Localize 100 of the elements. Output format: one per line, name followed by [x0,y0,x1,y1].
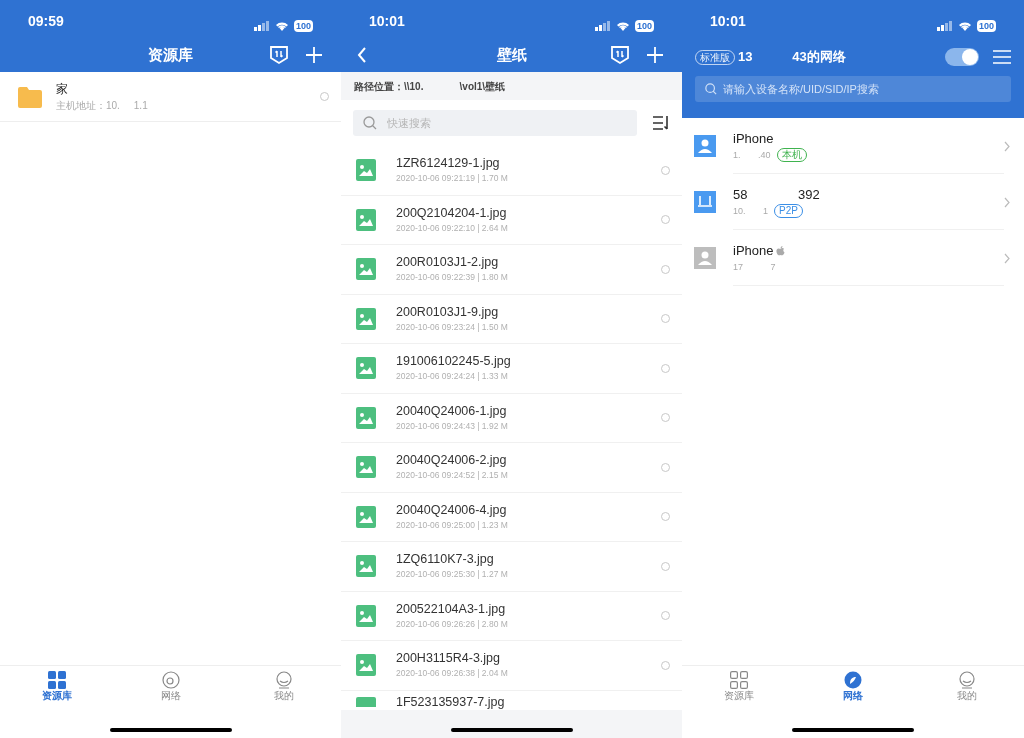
file-name: 200522104A3-1.jpg [396,600,507,617]
file-meta: 2020-10-06 09:26:38 | 2.04 M [396,667,509,681]
tab-bar-item[interactable]: 资源库 [0,666,114,705]
device-name: 58 392 [733,185,820,204]
folder-icon [18,85,42,108]
file-name: 20040Q24006-1.jpg [396,402,508,419]
file-meta: 2020-10-06 09:23:24 | 1.50 M [396,320,509,334]
file-row[interactable]: 191006102245-5.jpg 2020-10-06 09:24:24 | 1.33 M [341,344,682,394]
wifi-icon [615,21,630,31]
chevron-icon[interactable] [1004,140,1010,152]
network-icon [161,670,180,689]
device-address: 17 7 [733,260,776,274]
screen-title: 壁纸 [496,44,527,65]
profile-icon [958,670,976,689]
image-file-icon [356,357,376,380]
battery-level: 100 [976,20,996,32]
device-name: iPhone [733,129,774,148]
tab-bar-item[interactable]: 资源库 [682,666,796,705]
battery-level: 100 [634,20,654,32]
file-name: 1ZR6124129-1.jpg [396,155,501,172]
profile-icon [275,670,294,689]
file-row[interactable]: 1ZR6124129-1.jpg 2020-10-06 09:21:19 | 1.70 M [341,146,682,196]
signal-icon [253,21,270,31]
file-meta: 2020-10-06 09:22:39 | 1.80 M [396,271,509,285]
screen-title: 资源库 [148,44,193,65]
file-name: 200Q2104204-1.jpg [396,204,508,221]
image-file-icon [356,258,376,281]
image-file-icon [356,456,376,479]
file-name: 1F523135937-7.jpg [396,693,506,710]
file-name: 20040Q24006-4.jpg [396,501,508,518]
file-row[interactable]: 200H3115R4-3.jpg 2020-10-06 09:26:38 | 2.04 M [341,641,682,691]
tab-bar-item[interactable]: 我的 [227,666,341,705]
file-meta: 2020-10-06 09:22:10 | 2.64 M [396,221,509,235]
chevron-icon[interactable] [1004,252,1010,264]
search-field[interactable]: 快速搜索 [353,110,637,136]
network-toggle[interactable] [945,48,979,66]
grid-icon [730,670,748,689]
device-row[interactable]: iPhone 1. .40 本机 [682,118,1024,174]
search-icon [705,83,717,95]
file-row[interactable]: 200522104A3-1.jpg 2020-10-06 09:26:26 | 2.80 M [341,591,682,641]
file-name: 1ZQ6110K7-3.jpg [396,551,495,568]
library-item[interactable]: 家 主机地址：10. 1.1 [0,72,341,122]
file-row[interactable]: 20040Q24006-2.jpg 2020-10-06 09:24:52 | 2.15 M [341,443,682,493]
device-address: 10. 1 [733,204,769,218]
file-row[interactable]: 1ZQ6110K7-3.jpg 2020-10-06 09:25:30 | 1.27 M [341,542,682,592]
device-address: 1. .40 [733,148,771,162]
device-row[interactable]: iPhone 17 7 [682,230,1024,286]
file-name: 191006102245-5.jpg [396,353,512,370]
file-meta: 2020-10-06 09:25:00 | 1.23 M [396,518,509,532]
wifi-icon [957,21,972,31]
grid-icon [47,670,66,689]
file-row[interactable]: 200R0103J1-2.jpg 2020-10-06 09:22:39 | 1.80 M [341,245,682,295]
path-bar: 路径位置：\\10. \vol1\壁纸 [341,72,682,100]
file-meta: 2020-10-06 09:24:43 | 1.92 M [396,419,509,433]
file-row[interactable]: 1F523135937-7.jpg [341,690,682,710]
file-name: 200R0103J1-2.jpg [396,254,500,271]
device-row[interactable]: 58 392 10. 1 P2P [682,174,1024,230]
image-file-icon [356,208,376,231]
file-row[interactable]: 200Q2104204-1.jpg 2020-10-06 09:22:10 | 2.64 M [341,195,682,245]
tab-bar-item[interactable]: 网络 [113,666,228,705]
tab-bar-item[interactable]: 我的 [910,666,1024,705]
file-name: 200R0103J1-9.jpg [396,303,500,320]
file-meta: 2020-10-06 09:26:26 | 2.80 M [396,617,509,631]
shield-icon[interactable] [269,45,289,65]
image-file-icon [356,555,376,578]
status-time: 10:01 [369,12,405,31]
tab-bar-item[interactable]: 网络 [796,666,910,705]
image-file-icon [356,604,376,627]
search-icon [363,116,377,130]
image-file-icon [356,696,376,707]
item-address: 主机地址：10. 1.1 [56,99,149,113]
image-file-icon [356,505,376,528]
file-meta: 2020-10-06 09:25:30 | 1.27 M [396,568,509,582]
shield-icon[interactable] [610,45,630,65]
back-icon[interactable] [357,47,367,63]
network-title: 13 43的网络 [738,48,847,67]
file-name: 200H3115R4-3.jpg [396,650,501,667]
file-row[interactable]: 200R0103J1-9.jpg 2020-10-06 09:23:24 | 1.50 M [341,294,682,344]
status-time: 10:01 [710,12,746,31]
image-file-icon [356,406,376,429]
chevron-icon[interactable] [1004,196,1010,208]
file-row[interactable]: 20040Q24006-4.jpg 2020-10-06 09:25:00 | 1.23 M [341,492,682,542]
plus-icon[interactable] [646,46,664,64]
menu-icon[interactable] [993,50,1011,64]
wifi-icon [274,21,289,31]
signal-icon [594,21,611,31]
device-name: iPhone [733,242,774,260]
file-meta: 2020-10-06 09:24:24 | 1.33 M [396,370,509,384]
file-meta: 2020-10-06 09:21:19 | 1.70 M [396,172,509,186]
image-file-icon [356,307,376,330]
signal-icon [936,21,953,31]
sort-icon[interactable] [653,116,670,130]
file-row[interactable]: 20040Q24006-1.jpg 2020-10-06 09:24:43 | 1.92 M [341,393,682,443]
file-name: 20040Q24006-2.jpg [396,452,508,469]
status-time: 09:59 [28,12,64,31]
image-file-icon [356,159,376,182]
item-name: 家 [56,81,69,98]
battery-level: 100 [293,20,313,32]
plus-icon[interactable] [305,46,323,64]
image-file-icon [356,654,376,677]
